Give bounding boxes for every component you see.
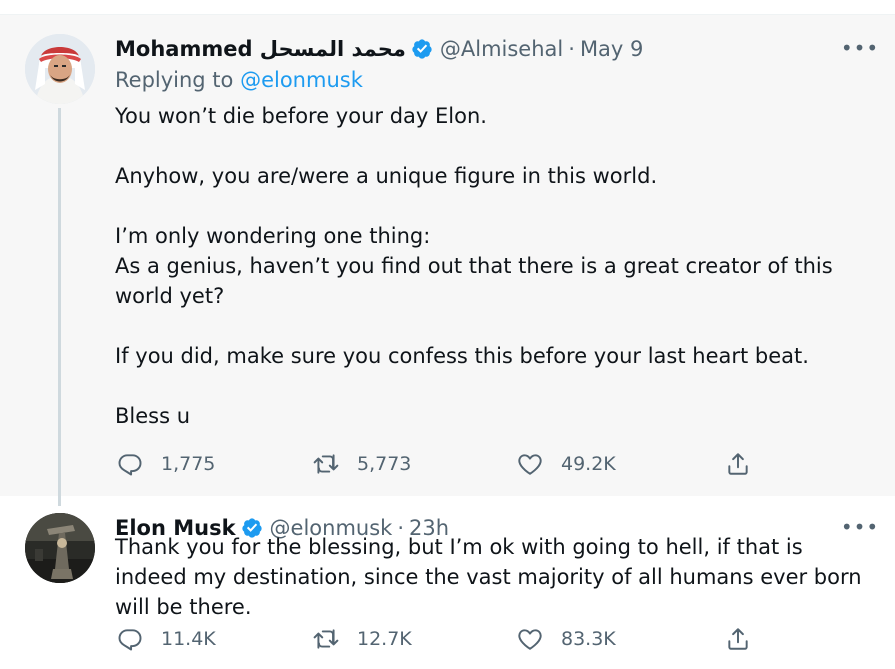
tweet-elon-musk[interactable]: Elon Musk @elonmusk · 23h ••• Thank you … [0, 496, 895, 669]
share-icon [728, 628, 748, 650]
tweet-paragraph: Bless u [115, 404, 191, 428]
like-count: 83.3K [561, 628, 616, 650]
tweet-paragraph: Thank you for the blessing, but I’m ok w… [115, 535, 869, 619]
replying-to-mention[interactable]: @elonmusk [240, 68, 363, 92]
retweet-count: 5,773 [357, 453, 412, 475]
retweet-icon [313, 629, 339, 649]
author-handle[interactable]: @Almisehal [440, 37, 563, 61]
retweet-button[interactable]: 5,773 [313, 449, 411, 479]
avatar[interactable] [25, 34, 95, 104]
author-name[interactable]: Mohammed محمد المسحل [115, 37, 406, 61]
reply-button[interactable]: 1,775 [117, 449, 215, 479]
retweet-count: 12.7K [357, 628, 412, 650]
heart-icon [518, 454, 542, 475]
share-button[interactable] [725, 449, 751, 479]
like-button[interactable]: 49.2K [517, 449, 616, 479]
tweet-actions: 11.4K 12.7K 83.3K [115, 624, 765, 654]
tweet-paragraph: If you did, make sure you confess this b… [115, 344, 809, 368]
tweet-paragraph: Anyhow, you are/were a unique figure in … [115, 164, 658, 188]
like-count: 49.2K [561, 453, 616, 475]
tweet-text: Thank you for the blessing, but I’m ok w… [115, 532, 880, 622]
reply-icon [118, 629, 142, 651]
retweet-icon [313, 454, 339, 474]
tweet-paragraph: You won’t die before your day Elon. [115, 104, 487, 128]
tweet-header: Mohammed محمد المسحل @Almisehal · May 9 [115, 35, 643, 63]
reply-count: 11.4K [161, 628, 216, 650]
header-separator: · [568, 37, 575, 61]
reply-button[interactable]: 11.4K [117, 624, 216, 654]
share-icon [728, 453, 748, 475]
tweet-timestamp[interactable]: May 9 [580, 37, 643, 61]
share-button[interactable] [725, 624, 751, 654]
tweet-text: You won’t die before your day Elon. Anyh… [115, 101, 880, 431]
tweet-mohammed[interactable]: Mohammed محمد المسحل @Almisehal · May 9 … [0, 15, 895, 496]
like-button[interactable]: 83.3K [517, 624, 616, 654]
avatar-image [25, 34, 95, 104]
retweet-button[interactable]: 12.7K [313, 624, 412, 654]
avatar[interactable] [25, 513, 95, 583]
tweet-actions: 1,775 5,773 49.2K [115, 449, 765, 479]
avatar-image [25, 513, 95, 583]
heart-icon [518, 629, 542, 650]
replying-to-line: Replying to @elonmusk [115, 68, 363, 92]
reply-icon [118, 454, 142, 476]
more-options-icon[interactable]: ••• [841, 35, 878, 61]
replying-to-label: Replying to [115, 68, 241, 92]
tweet-paragraph: I’m only wondering one thing: As a geniu… [115, 224, 833, 308]
verified-badge-icon [412, 39, 432, 59]
thread-connector-line [58, 108, 61, 506]
reply-count: 1,775 [161, 453, 216, 475]
